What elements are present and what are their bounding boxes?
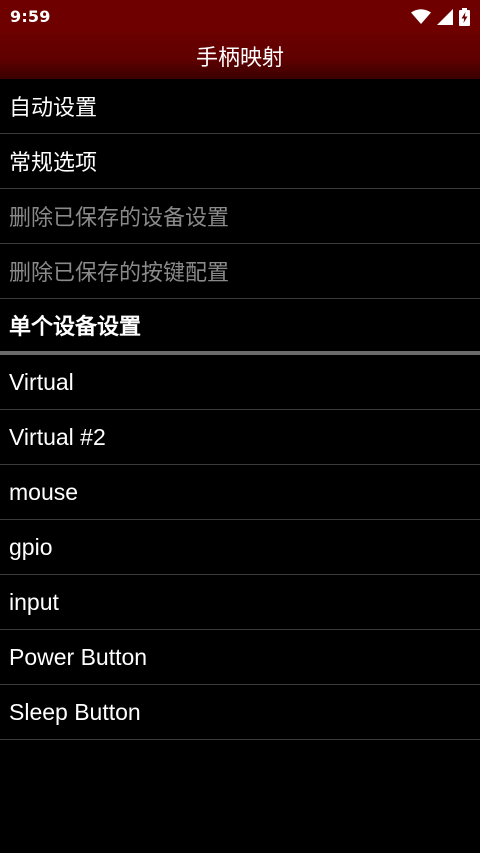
device-item-input[interactable]: input (0, 575, 480, 630)
wifi-icon (411, 8, 431, 25)
cell-signal-icon (437, 8, 453, 25)
device-item-mouse[interactable]: mouse (0, 465, 480, 520)
device-item-sleep-button[interactable]: Sleep Button (0, 685, 480, 740)
device-item-power-button[interactable]: Power Button (0, 630, 480, 685)
status-time: 9:59 (10, 7, 51, 26)
menu-item-general-options[interactable]: 常规选项 (0, 134, 480, 189)
menu-item-auto-setup[interactable]: 自动设置 (0, 79, 480, 134)
screen: 9:59 手柄映射 自动设置 常规选项 删除已保存的设备设置 删除已保存的按键配… (0, 0, 480, 853)
status-bar: 9:59 (0, 0, 480, 33)
status-icons (411, 7, 470, 26)
device-item-virtual[interactable]: Virtual (0, 355, 480, 410)
menu-item-delete-saved-device-settings: 删除已保存的设备设置 (0, 189, 480, 244)
settings-list: 自动设置 常规选项 删除已保存的设备设置 删除已保存的按键配置 单个设备设置 V… (0, 79, 480, 740)
app-title: 手柄映射 (195, 46, 284, 71)
device-item-gpio[interactable]: gpio (0, 520, 480, 575)
menu-item-delete-saved-key-config: 删除已保存的按键配置 (0, 244, 480, 299)
device-item-virtual-2[interactable]: Virtual #2 (0, 410, 480, 465)
battery-charging-icon (459, 7, 470, 26)
app-bar: 手柄映射 (0, 33, 480, 79)
section-header-per-device: 单个设备设置 (0, 299, 480, 355)
